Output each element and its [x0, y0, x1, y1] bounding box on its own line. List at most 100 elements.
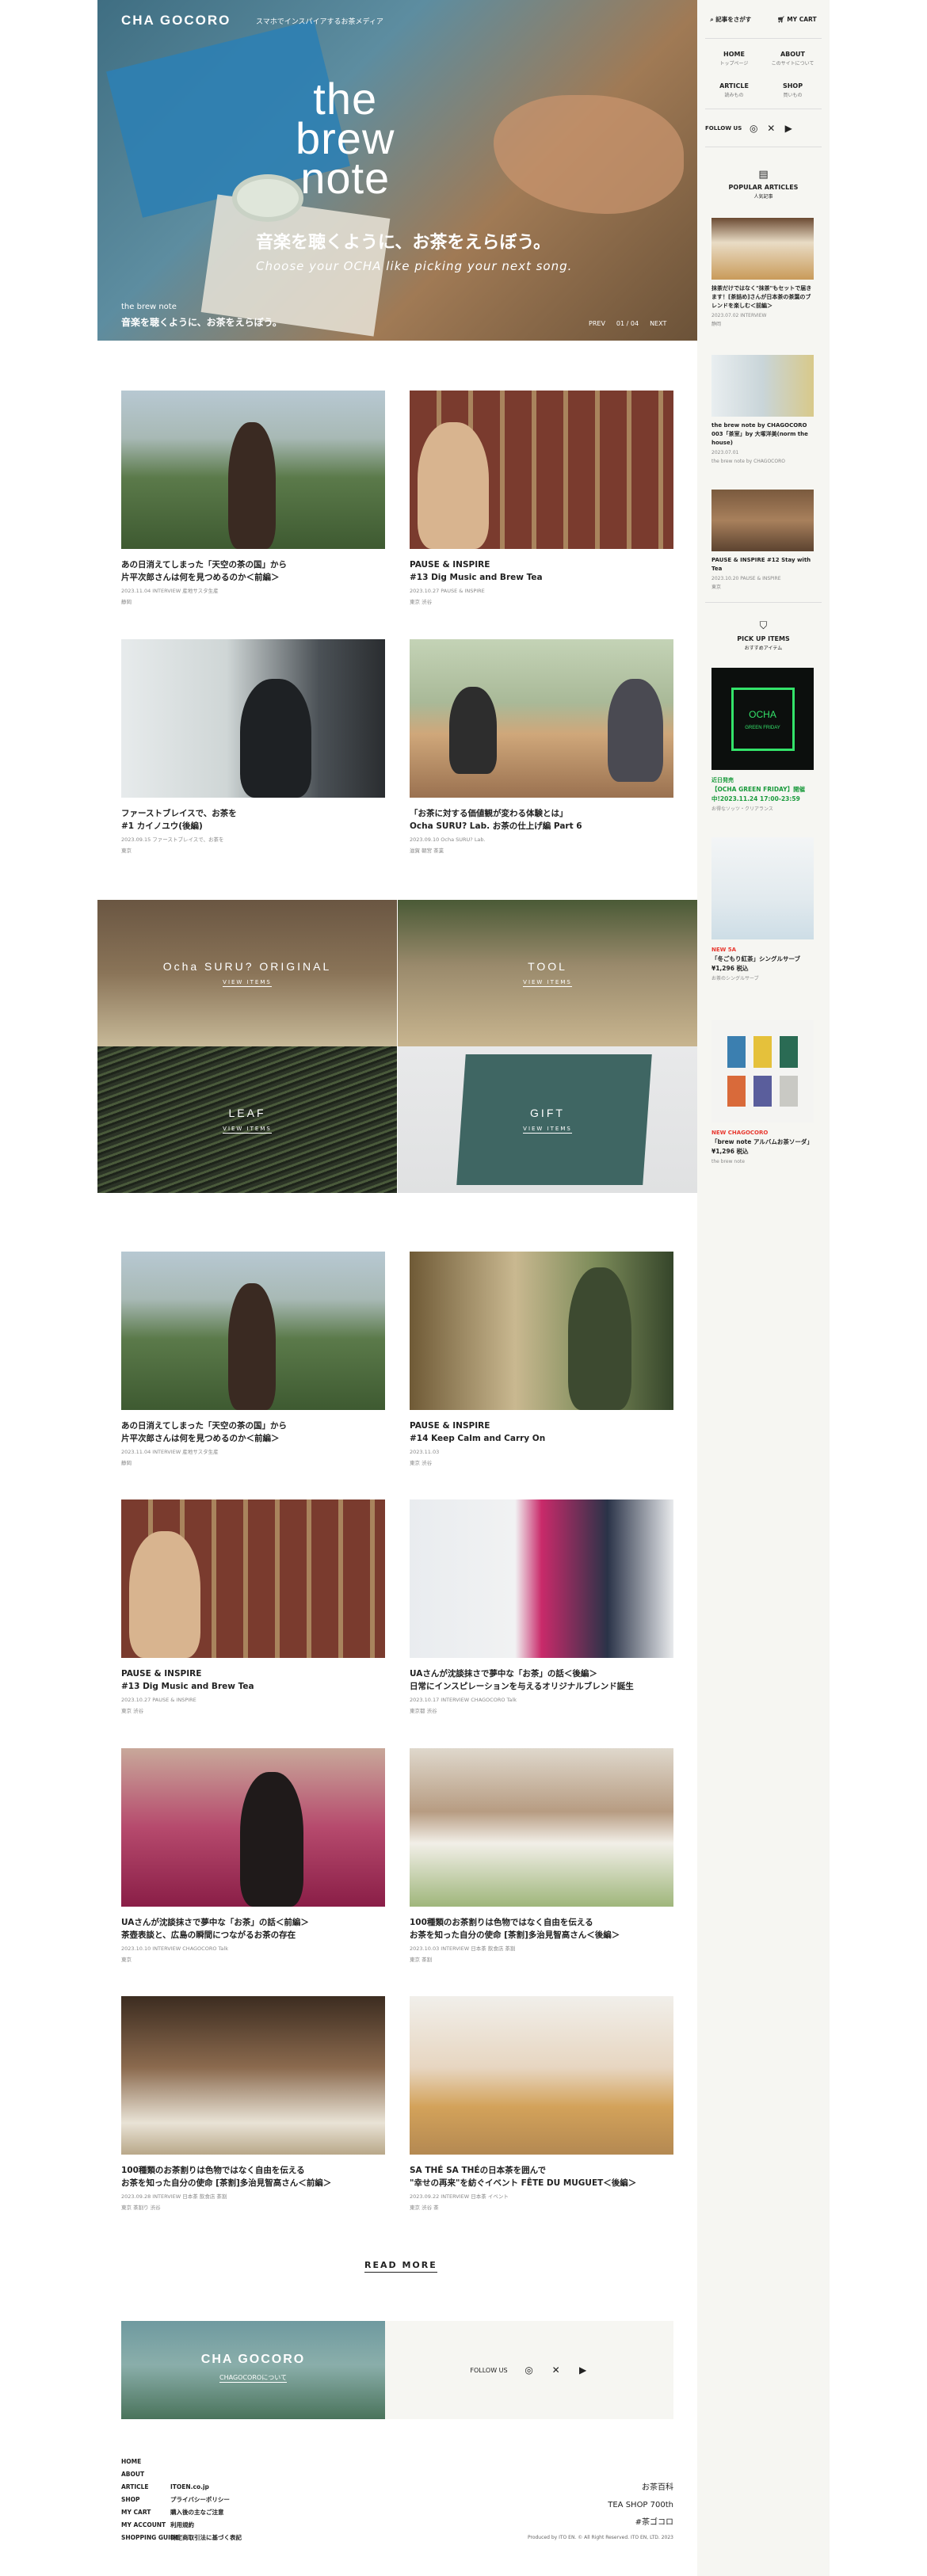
popular-thumb[interactable]	[711, 490, 814, 551]
article-card[interactable]: あの日消えてしまった「天空の茶の国」から 片平次郎さんは何を見つめるのか＜前編＞…	[121, 1252, 385, 1467]
article-title[interactable]: PAUSE & INSPIRE	[410, 1419, 673, 1432]
article-title[interactable]: PAUSE & INSPIRE	[121, 1667, 385, 1680]
popular-title-text[interactable]: the brew note by CHAGOCORO 003「茶室」by 大塚洋…	[711, 421, 814, 448]
category-leaf[interactable]: LEAF VIEW ITEMS	[97, 1046, 397, 1193]
footer-brand-1[interactable]: お茶百科	[608, 2479, 673, 2497]
article-title[interactable]: UAさんが沈談抹さで夢中な「お茶」の話＜前編＞	[121, 1916, 385, 1929]
hero-slider[interactable]: CHA GOCORO スマホでインスパイアするお茶メディア the brew n…	[97, 0, 697, 341]
article-thumb[interactable]	[121, 1252, 385, 1410]
footer-brand-2[interactable]: TEA SHOP 700th	[608, 2497, 673, 2514]
popular-thumb[interactable]	[711, 218, 814, 280]
article-title-2[interactable]: 片平次郎さんは何を見つめるのか＜前編＞	[121, 571, 385, 584]
article-title[interactable]: 「お茶に対する価値観が変わる体験とは」	[410, 807, 673, 820]
article-title[interactable]: UAさんが沈談抹さで夢中な「お茶」の話＜後編＞	[410, 1667, 673, 1680]
article-title[interactable]: あの日消えてしまった「天空の茶の国」から	[121, 1419, 385, 1432]
article-card[interactable]: 「お茶に対する価値観が変わる体験とは」 Ocha SURU? Lab. お茶の仕…	[410, 639, 673, 855]
category-original[interactable]: Ocha SURU? ORIGINAL VIEW ITEMS	[97, 900, 397, 1046]
article-title[interactable]: 100種類のお茶割りは色物ではなく自由を伝える	[121, 2164, 385, 2177]
pickup-name[interactable]: 【OCHA GREEN FRIDAY】開催中!2023.11.24 17:00-…	[711, 785, 814, 804]
article-thumb[interactable]	[121, 639, 385, 798]
pickup-name[interactable]: 「冬ごもり紅茶」シングルサーブ ¥1,296 税込	[711, 955, 814, 974]
footer-link-privacy[interactable]: プライバシーポリシー	[170, 2494, 242, 2506]
footer-link-about[interactable]: ABOUT	[121, 2468, 179, 2481]
pickup-thumb[interactable]: OCHA GREEN FRIDAY	[711, 668, 814, 770]
article-title[interactable]: ファーストブレイスで、お茶を	[121, 807, 385, 820]
article-thumb[interactable]	[121, 1996, 385, 2155]
article-thumb[interactable]	[121, 391, 385, 549]
twitter-icon[interactable]: ✕	[551, 2365, 562, 2376]
article-title-2[interactable]: #13 Dig Music and Brew Tea	[410, 571, 673, 584]
article-thumb[interactable]	[410, 1748, 673, 1907]
about-banner[interactable]: CHA GOCORO CHAGOCOROについて	[121, 2321, 385, 2419]
pickup-item[interactable]: OCHA GREEN FRIDAY 近日発売 【OCHA GREEN FRIDAY…	[711, 668, 814, 813]
article-title-2[interactable]: Ocha SURU? Lab. お茶の仕上げ編 Part 6	[410, 820, 673, 833]
article-thumb[interactable]	[410, 391, 673, 549]
article-thumb[interactable]	[121, 1748, 385, 1907]
article-thumb[interactable]	[410, 1499, 673, 1658]
footer-link-notice[interactable]: 購入後の主なご注意	[170, 2506, 242, 2519]
article-thumb[interactable]	[410, 1252, 673, 1410]
view-items-link[interactable]: VIEW ITEMS	[523, 1126, 572, 1134]
view-items-link[interactable]: VIEW ITEMS	[523, 979, 572, 987]
pickup-thumb[interactable]	[711, 837, 814, 939]
hero-indicator[interactable]: PREV 01 / 04 NEXT	[589, 320, 666, 327]
article-card[interactable]: PAUSE & INSPIRE #13 Dig Music and Brew T…	[121, 1499, 385, 1715]
article-card[interactable]: あの日消えてしまった「天空の茶の国」から 片平次郎さんは何を見つめるのか＜前編＞…	[121, 391, 385, 606]
category-gift[interactable]: GIFT VIEW ITEMS	[398, 1046, 697, 1193]
article-title-2[interactable]: 茶壺表談と、広島の瞬間につながるお茶の存在	[121, 1929, 385, 1942]
nav-article[interactable]: ARTICLE 読みもの	[705, 82, 763, 101]
article-title-2[interactable]: #1 カイノユウ(後編)	[121, 820, 385, 833]
youtube-icon[interactable]: ▶	[578, 2365, 589, 2376]
article-title-2[interactable]: 片平次郎さんは何を見つめるのか＜前編＞	[121, 1432, 385, 1445]
nav-shop[interactable]: SHOP 買いもの	[764, 82, 822, 101]
article-card[interactable]: 100種類のお茶割りは色物ではなく自由を伝える お茶を知った自分の使命 [茶割]…	[121, 1996, 385, 2212]
pickup-name[interactable]: 「brew note アルバムお茶ソーダ」¥1,296 税込	[711, 1137, 814, 1157]
article-title[interactable]: SA THÉ SA THÉの日本茶を囲んで	[410, 2164, 673, 2177]
read-more-button[interactable]: READ MORE	[364, 2260, 437, 2273]
article-thumb[interactable]	[410, 1996, 673, 2155]
popular-article[interactable]: PAUSE & INSPIRE #12 Stay with Tea 2023.1…	[711, 490, 814, 591]
article-thumb[interactable]	[410, 639, 673, 798]
view-items-link[interactable]: VIEW ITEMS	[223, 1126, 272, 1134]
footer-link-home[interactable]: HOME	[121, 2456, 179, 2468]
article-card[interactable]: UAさんが沈談抹さで夢中な「お茶」の話＜後編＞ 日常にインスピレーションを与える…	[410, 1499, 673, 1715]
hero-prev[interactable]: PREV	[589, 320, 605, 327]
article-title[interactable]: 100種類のお茶割りは色物ではなく自由を伝える	[410, 1916, 673, 1929]
article-title-2[interactable]: "幸せの再来"を紡ぐイベント FÊTE DU MUGUET＜後編＞	[410, 2177, 673, 2189]
article-title-2[interactable]: お茶を知った自分の使命 [茶割]多治見智高さん＜後編＞	[410, 1929, 673, 1942]
footer-link-itoen[interactable]: ITOEN.co.jp	[170, 2481, 242, 2494]
article-title[interactable]: あの日消えてしまった「天空の茶の国」から	[121, 558, 385, 571]
youtube-icon[interactable]: ▶	[783, 123, 794, 134]
article-card[interactable]: PAUSE & INSPIRE #13 Dig Music and Brew T…	[410, 391, 673, 606]
banner-about-link[interactable]: CHAGOCOROについて	[219, 2373, 287, 2383]
article-card[interactable]: ファーストブレイスで、お茶を #1 カイノユウ(後編) 2023.09.15 フ…	[121, 639, 385, 855]
pickup-item[interactable]: NEW 5A 「冬ごもり紅茶」シングルサーブ ¥1,296 税込 お茶のシングル…	[711, 837, 814, 982]
article-title[interactable]: PAUSE & INSPIRE	[410, 558, 673, 571]
footer-link-law[interactable]: 特定商取引法に基づく表記	[170, 2532, 242, 2544]
nav-about[interactable]: ABOUT このサイトについて	[764, 50, 822, 69]
article-title-2[interactable]: #13 Dig Music and Brew Tea	[121, 1680, 385, 1693]
footer-brand-3[interactable]: #茶ゴコロ	[608, 2514, 673, 2532]
pickup-item[interactable]: NEW CHAGOCORO 「brew note アルバムお茶ソーダ」¥1,29…	[711, 1020, 814, 1165]
article-title-2[interactable]: 日常にインスピレーションを与えるオリジナルブレンド誕生	[410, 1680, 673, 1693]
search-button[interactable]: ⌕ 記事をさがす	[710, 15, 751, 24]
popular-article[interactable]: the brew note by CHAGOCORO 003「茶室」by 大塚洋…	[711, 355, 814, 465]
article-card[interactable]: UAさんが沈談抹さで夢中な「お茶」の話＜前編＞ 茶壺表談と、広島の瞬間につながる…	[121, 1748, 385, 1964]
popular-title-text[interactable]: PAUSE & INSPIRE #12 Stay with Tea	[711, 556, 814, 574]
article-thumb[interactable]	[121, 1499, 385, 1658]
popular-article[interactable]: 抹茶だけではなく"抹茶"もセットで届きます！[茶詰め]さんが日本茶の茶葉のブレン…	[711, 218, 814, 328]
article-title-2[interactable]: #14 Keep Calm and Carry On	[410, 1432, 673, 1445]
footer-link-terms[interactable]: 利用規約	[170, 2519, 242, 2532]
instagram-icon[interactable]: ◎	[524, 2365, 535, 2376]
instagram-icon[interactable]: ◎	[748, 123, 759, 134]
article-card[interactable]: PAUSE & INSPIRE #14 Keep Calm and Carry …	[410, 1252, 673, 1467]
cart-button[interactable]: 🛒︎ MY CART	[777, 16, 817, 23]
hero-next[interactable]: NEXT	[650, 320, 666, 327]
article-card[interactable]: SA THÉ SA THÉの日本茶を囲んで "幸せの再来"を紡ぐイベント FÊT…	[410, 1996, 673, 2212]
popular-title-text[interactable]: 抹茶だけではなく"抹茶"もセットで届きます！[茶詰め]さんが日本茶の茶葉のブレン…	[711, 284, 814, 311]
article-title-2[interactable]: お茶を知った自分の使命 [茶割]多治見智高さん＜前編＞	[121, 2177, 385, 2189]
view-items-link[interactable]: VIEW ITEMS	[223, 979, 272, 987]
nav-home[interactable]: HOME トップページ	[705, 50, 763, 69]
article-card[interactable]: 100種類のお茶割りは色物ではなく自由を伝える お茶を知った自分の使命 [茶割]…	[410, 1748, 673, 1964]
category-tool[interactable]: TOOL VIEW ITEMS	[398, 900, 697, 1046]
